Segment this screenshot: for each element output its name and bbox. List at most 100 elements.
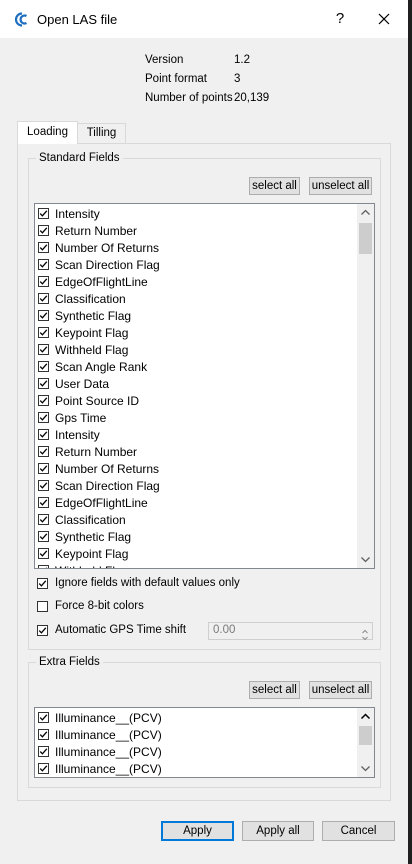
info-value: 20,139 bbox=[234, 92, 270, 104]
extra-unselect-all-button[interactable]: unselect all bbox=[309, 681, 372, 699]
field-checkbox[interactable] bbox=[38, 514, 49, 525]
field-checkbox[interactable] bbox=[38, 712, 49, 723]
tab-loading[interactable]: Loading bbox=[17, 121, 78, 144]
field-label: Synthetic Flag bbox=[55, 309, 132, 323]
scroll-thumb[interactable] bbox=[359, 223, 372, 254]
ignore-default-label: Ignore fields with default values only bbox=[55, 577, 240, 589]
field-label: Intensity bbox=[55, 428, 100, 442]
extra-select-all-button[interactable]: select all bbox=[249, 681, 300, 699]
field-checkbox[interactable] bbox=[38, 242, 49, 253]
list-item[interactable]: Withheld Flag bbox=[38, 342, 348, 359]
close-button[interactable] bbox=[372, 8, 396, 30]
field-checkbox[interactable] bbox=[38, 293, 49, 304]
standard-fields-list[interactable]: Withheld Flag Keypoint Flag Synthetic Flag… bbox=[34, 203, 375, 569]
scroll-down-icon[interactable] bbox=[357, 551, 374, 568]
standard-unselect-all-button[interactable]: unselect all bbox=[309, 177, 372, 195]
field-checkbox[interactable] bbox=[38, 565, 49, 568]
field-checkbox[interactable] bbox=[38, 276, 49, 287]
field-label: Keypoint Flag bbox=[55, 326, 129, 340]
list-item[interactable]: EdgeOfFlightLine bbox=[38, 274, 348, 291]
list-item[interactable]: Keypoint Flag bbox=[38, 546, 348, 563]
help-button[interactable]: ? bbox=[330, 8, 350, 30]
list-item[interactable]: Return Number bbox=[38, 223, 348, 240]
field-label: Classification bbox=[55, 513, 126, 527]
field-label: Illuminance__(PCV) bbox=[55, 728, 162, 742]
apply-all-button[interactable]: Apply all bbox=[242, 821, 314, 841]
list-item[interactable]: Illuminance__(PCV) bbox=[38, 727, 348, 744]
field-label: Illuminance__(PCV) bbox=[55, 711, 162, 725]
field-checkbox[interactable] bbox=[38, 225, 49, 236]
list-item[interactable]: Illuminance__(PCV) bbox=[38, 710, 348, 727]
field-checkbox[interactable] bbox=[38, 412, 49, 423]
field-checkbox[interactable] bbox=[38, 327, 49, 338]
field-checkbox[interactable] bbox=[38, 208, 49, 219]
field-checkbox[interactable] bbox=[38, 446, 49, 457]
list-item[interactable]: Scan Angle Rank bbox=[38, 359, 348, 376]
list-item[interactable]: Return Number bbox=[38, 444, 348, 461]
field-checkbox[interactable] bbox=[38, 729, 49, 740]
field-label: Intensity bbox=[55, 207, 100, 221]
force-8bit-checkbox[interactable] bbox=[37, 601, 48, 612]
field-checkbox[interactable] bbox=[38, 548, 49, 559]
field-checkbox[interactable] bbox=[38, 361, 49, 372]
field-checkbox[interactable] bbox=[38, 480, 49, 491]
field-label: User Data bbox=[55, 377, 110, 391]
scroll-down-icon[interactable] bbox=[357, 760, 374, 777]
field-checkbox[interactable] bbox=[38, 746, 49, 757]
tab-tilling[interactable]: Tilling bbox=[78, 123, 126, 143]
field-checkbox[interactable] bbox=[38, 463, 49, 474]
field-label: Return Number bbox=[55, 445, 138, 459]
list-item[interactable]: Scan Direction Flag bbox=[38, 257, 348, 274]
list-item[interactable]: Keypoint Flag bbox=[38, 325, 348, 342]
extra-fields-list[interactable]: Illuminance__(PCV) Illuminance__(PCV) Illu… bbox=[34, 707, 375, 778]
list-item[interactable]: Intensity bbox=[38, 206, 348, 223]
list-item[interactable]: Synthetic Flag bbox=[38, 308, 348, 325]
field-checkbox[interactable] bbox=[38, 763, 49, 774]
field-checkbox[interactable] bbox=[38, 310, 49, 321]
list-item[interactable]: Withheld Flag bbox=[38, 563, 348, 568]
list-item[interactable]: User Data bbox=[38, 376, 348, 393]
standard-fields-scrollbar[interactable] bbox=[357, 204, 374, 568]
field-checkbox[interactable] bbox=[38, 497, 49, 508]
info-value: 1.2 bbox=[234, 54, 250, 66]
list-item[interactable]: Point Source ID bbox=[38, 393, 348, 410]
field-label: Return Number bbox=[55, 224, 138, 238]
field-label: Classification bbox=[55, 292, 126, 306]
list-item[interactable]: Illuminance__(PCV) bbox=[38, 744, 348, 761]
field-checkbox[interactable] bbox=[38, 395, 49, 406]
field-label: Withheld Flag bbox=[55, 564, 128, 568]
gps-shift-spinbox[interactable]: 0.00 bbox=[208, 622, 373, 641]
info-label: Version bbox=[145, 54, 184, 66]
list-item[interactable]: Gps Time bbox=[38, 410, 348, 427]
field-checkbox[interactable] bbox=[38, 344, 49, 355]
field-label: Scan Direction Flag bbox=[55, 479, 160, 493]
spin-down-icon[interactable] bbox=[360, 631, 370, 641]
field-label: Keypoint Flag bbox=[55, 547, 129, 561]
spin-up-icon[interactable] bbox=[360, 624, 370, 634]
cancel-button[interactable]: Cancel bbox=[322, 821, 395, 841]
field-checkbox[interactable] bbox=[38, 531, 49, 542]
list-item[interactable]: Number Of Returns bbox=[38, 461, 348, 478]
apply-button[interactable]: Apply bbox=[161, 821, 234, 841]
field-label: Number Of Returns bbox=[55, 462, 160, 476]
field-checkbox[interactable] bbox=[38, 259, 49, 270]
field-label: Illuminance__(PCV) bbox=[55, 762, 162, 776]
list-item[interactable]: Number Of Returns bbox=[38, 240, 348, 257]
list-item[interactable]: Synthetic Flag bbox=[38, 529, 348, 546]
gps-shift-checkbox[interactable] bbox=[37, 625, 48, 636]
list-item[interactable]: Classification bbox=[38, 512, 348, 529]
standard-select-all-button[interactable]: select all bbox=[249, 177, 300, 195]
field-checkbox[interactable] bbox=[38, 378, 49, 389]
scroll-up-icon[interactable] bbox=[357, 204, 374, 221]
scroll-up-icon[interactable] bbox=[357, 708, 374, 725]
ignore-default-checkbox[interactable] bbox=[37, 578, 48, 589]
title-bar[interactable]: Open LAS file ? bbox=[0, 0, 408, 38]
list-item[interactable]: Illuminance__(PCV) bbox=[38, 761, 348, 777]
list-item[interactable]: Intensity bbox=[38, 427, 348, 444]
scroll-thumb[interactable] bbox=[359, 726, 372, 745]
list-item[interactable]: EdgeOfFlightLine bbox=[38, 495, 348, 512]
list-item[interactable]: Classification bbox=[38, 291, 348, 308]
field-checkbox[interactable] bbox=[38, 429, 49, 440]
extra-fields-scrollbar[interactable] bbox=[357, 708, 374, 777]
list-item[interactable]: Scan Direction Flag bbox=[38, 478, 348, 495]
